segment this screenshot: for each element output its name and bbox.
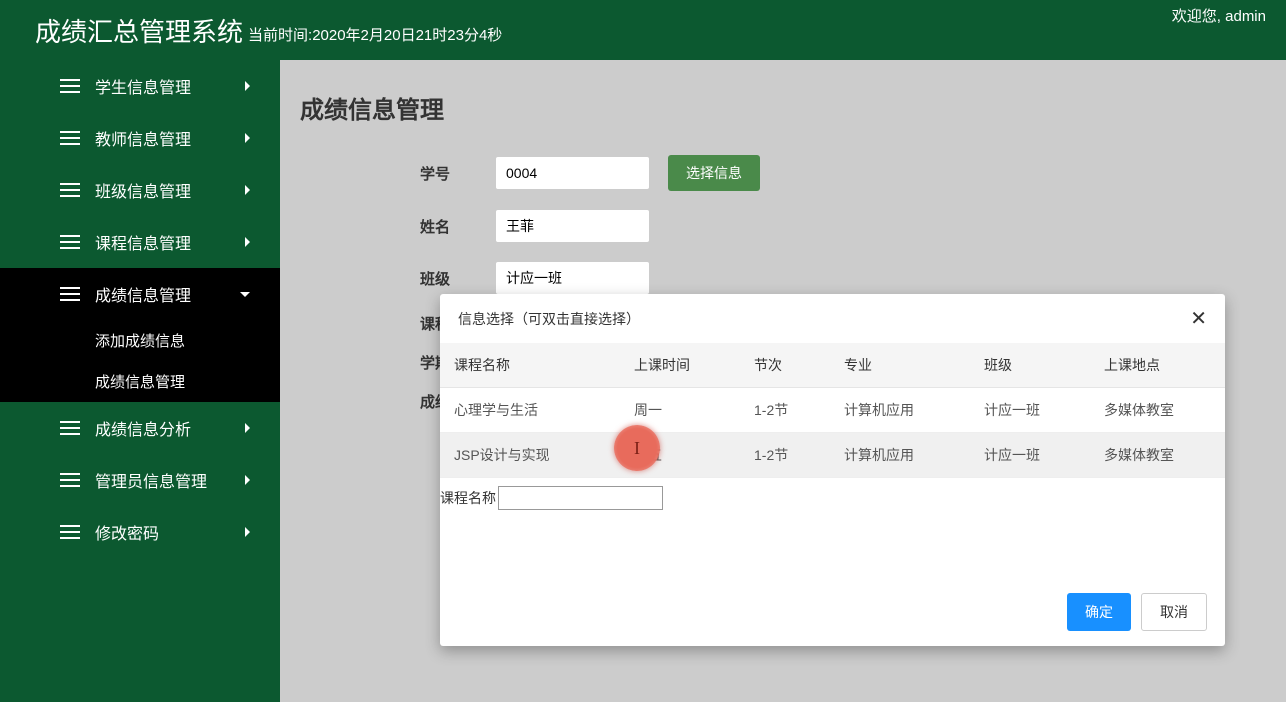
form-row-name: 姓名	[420, 209, 1266, 243]
sidebar-item-grade[interactable]: 成绩信息管理	[0, 268, 280, 320]
chevron-right-icon	[245, 81, 250, 91]
form-row-class: 班级	[420, 261, 1266, 295]
student-id-label: 学号	[420, 163, 480, 184]
list-icon	[60, 235, 80, 249]
chevron-down-icon	[240, 292, 250, 297]
cell-time: 周一	[620, 388, 740, 433]
class-label: 班级	[420, 268, 480, 289]
list-icon	[60, 421, 80, 435]
cell-time: 周五	[620, 433, 740, 478]
list-icon	[60, 79, 80, 93]
list-icon	[60, 525, 80, 539]
student-id-input[interactable]	[495, 156, 650, 190]
sidebar-item-analysis[interactable]: 成绩信息分析	[0, 402, 280, 454]
submenu-grade: 添加成绩信息 成绩信息管理	[0, 320, 280, 402]
modal-footer: 确定 取消	[440, 578, 1225, 646]
modal-filter: 课程名称	[440, 478, 1225, 518]
table-header-section[interactable]: 节次	[740, 343, 830, 388]
list-icon	[60, 287, 80, 301]
table-row[interactable]: 心理学与生活 周一 1-2节 计算机应用 计应一班 多媒体教室	[440, 388, 1225, 433]
sidebar-item-label: 修改密码	[95, 520, 159, 544]
sidebar-item-student[interactable]: 学生信息管理	[0, 60, 280, 112]
chevron-right-icon	[245, 527, 250, 537]
cancel-button[interactable]: 取消	[1141, 593, 1207, 631]
table-row[interactable]: JSP设计与实现 周五 1-2节 计算机应用 计应一班 多媒体教室	[440, 433, 1225, 478]
cell-location: 多媒体教室	[1090, 388, 1225, 433]
list-icon	[60, 183, 80, 197]
cell-section: 1-2节	[740, 388, 830, 433]
current-time: 当前时间:2020年2月20日21时23分4秒	[248, 24, 502, 45]
sidebar-item-admin[interactable]: 管理员信息管理	[0, 454, 280, 506]
name-label: 姓名	[420, 216, 480, 237]
form-row-student-id: 学号 选择信息	[420, 155, 1266, 191]
header: 成绩汇总管理系统 当前时间:2020年2月20日21时23分4秒 欢迎您, ad…	[0, 0, 1286, 60]
sidebar-item-label: 课程信息管理	[95, 230, 191, 254]
sidebar-item-course[interactable]: 课程信息管理	[0, 216, 280, 268]
app-title: 成绩汇总管理系统	[35, 12, 243, 49]
cell-major: 计算机应用	[830, 433, 970, 478]
select-info-button[interactable]: 选择信息	[668, 155, 760, 191]
cell-class: 计应一班	[970, 388, 1090, 433]
page-title: 成绩信息管理	[300, 90, 1266, 125]
filter-input[interactable]	[498, 486, 663, 510]
sidebar-item-label: 学生信息管理	[95, 74, 191, 98]
sidebar-item-label: 班级信息管理	[95, 178, 191, 202]
name-input[interactable]	[495, 209, 650, 243]
modal-select-info: 信息选择（可双击直接选择） ✕ 课程名称 上课时间 节次 专业 班级 上课地点 …	[440, 294, 1225, 646]
submenu-add-grade[interactable]: 添加成绩信息	[0, 320, 280, 361]
sidebar-item-class[interactable]: 班级信息管理	[0, 164, 280, 216]
welcome-text: 欢迎您, admin	[1172, 5, 1266, 26]
sidebar: 学生信息管理 教师信息管理 班级信息管理 课程信息管理 成绩信息管理 添加成绩信…	[0, 60, 280, 702]
cell-course: JSP设计与实现	[440, 433, 620, 478]
class-input[interactable]	[495, 261, 650, 295]
cell-section: 1-2节	[740, 433, 830, 478]
chevron-right-icon	[245, 185, 250, 195]
sidebar-item-password[interactable]: 修改密码	[0, 506, 280, 558]
cell-location: 多媒体教室	[1090, 433, 1225, 478]
table-header-major[interactable]: 专业	[830, 343, 970, 388]
sidebar-item-teacher[interactable]: 教师信息管理	[0, 112, 280, 164]
sidebar-item-label: 成绩信息管理	[95, 282, 191, 306]
chevron-right-icon	[245, 133, 250, 143]
sidebar-item-label: 管理员信息管理	[95, 468, 207, 492]
chevron-right-icon	[245, 475, 250, 485]
table-header-class[interactable]: 班级	[970, 343, 1090, 388]
ok-button[interactable]: 确定	[1067, 593, 1131, 631]
modal-table: 课程名称 上课时间 节次 专业 班级 上课地点 心理学与生活 周一 1-2节 计…	[440, 343, 1225, 478]
modal-title: 信息选择（可双击直接选择）	[458, 309, 640, 329]
list-icon	[60, 473, 80, 487]
filter-label: 课程名称	[440, 488, 496, 508]
table-header-time[interactable]: 上课时间	[620, 343, 740, 388]
submenu-manage-grade[interactable]: 成绩信息管理	[0, 361, 280, 402]
table-header-location[interactable]: 上课地点	[1090, 343, 1225, 388]
list-icon	[60, 131, 80, 145]
sidebar-item-label: 教师信息管理	[95, 126, 191, 150]
table-header-course[interactable]: 课程名称	[440, 343, 620, 388]
cell-class: 计应一班	[970, 433, 1090, 478]
chevron-right-icon	[245, 237, 250, 247]
sidebar-item-label: 成绩信息分析	[95, 416, 191, 440]
cell-major: 计算机应用	[830, 388, 970, 433]
cell-course: 心理学与生活	[440, 388, 620, 433]
chevron-right-icon	[245, 423, 250, 433]
modal-header: 信息选择（可双击直接选择） ✕	[440, 294, 1225, 343]
modal-close-button[interactable]: ✕	[1190, 306, 1207, 331]
